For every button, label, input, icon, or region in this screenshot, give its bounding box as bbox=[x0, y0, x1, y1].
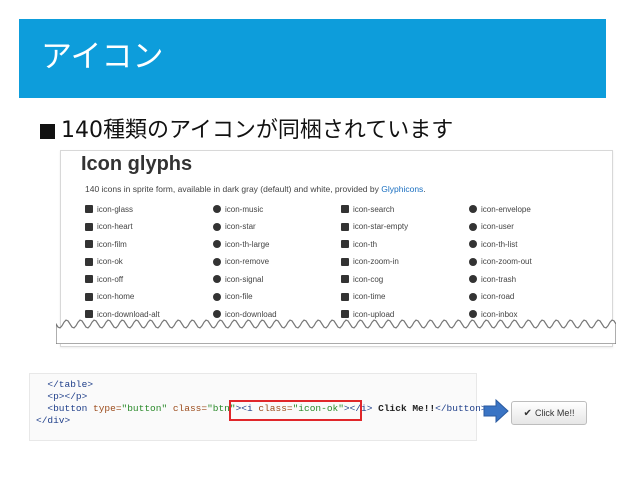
icon-list-item: icon-search bbox=[341, 203, 394, 215]
icon-name-label: icon-time bbox=[353, 292, 386, 301]
icon-list-item: icon-th bbox=[341, 238, 377, 250]
film-icon bbox=[85, 240, 93, 248]
heart-icon bbox=[85, 222, 93, 231]
click-me-button[interactable]: ✔ Click Me!! bbox=[511, 401, 587, 425]
icon-list-item: icon-user bbox=[469, 221, 514, 233]
icon-name-label: icon-zoom-out bbox=[481, 257, 532, 266]
icon-list-item: icon-off bbox=[85, 273, 123, 285]
icon-name-label: icon-trash bbox=[481, 274, 517, 284]
icon-name-label: icon-search bbox=[353, 204, 395, 214]
icon-name-label: icon-music bbox=[225, 204, 264, 214]
bullet-point: 140種類のアイコンが同梱されています bbox=[40, 117, 453, 145]
code-line-1: </table> bbox=[47, 379, 94, 390]
glyphicons-link[interactable]: Glyphicons bbox=[381, 184, 423, 194]
icon-list-item: icon-star bbox=[213, 221, 256, 233]
icon-list-item: icon-time bbox=[341, 291, 385, 303]
icon-name-label: icon-th-large bbox=[225, 239, 270, 249]
search-icon bbox=[341, 205, 349, 213]
th-large-icon bbox=[213, 240, 221, 248]
icon-list-item: icon-signal bbox=[213, 273, 263, 285]
icon-name-label: icon-th bbox=[353, 239, 378, 249]
icon-list-item: icon-film bbox=[85, 238, 127, 250]
file-icon bbox=[213, 292, 221, 301]
remove-icon bbox=[213, 257, 221, 266]
slide-title: アイコン bbox=[41, 39, 164, 75]
icon-ok-highlight-box bbox=[229, 400, 362, 421]
icon-list-item: icon-envelope bbox=[469, 203, 531, 215]
icon-list-item: icon-zoom-in bbox=[341, 256, 399, 268]
icon-list-item: icon-ok bbox=[85, 256, 123, 268]
icon-name-label: icon-star-empty bbox=[353, 222, 409, 231]
desc-suffix: . bbox=[423, 184, 426, 194]
trash-icon bbox=[469, 275, 477, 283]
icon-list-item: icon-zoom-out bbox=[469, 256, 532, 268]
signal-icon bbox=[213, 275, 221, 283]
icon-name-label: icon-remove bbox=[225, 257, 270, 266]
check-icon: ✔ bbox=[523, 407, 532, 419]
icon-list-item: icon-heart bbox=[85, 221, 133, 233]
icon-name-label: icon-glass bbox=[97, 204, 134, 214]
bullet-square-icon bbox=[40, 123, 55, 139]
road-icon bbox=[469, 292, 477, 301]
desc-prefix: 140 icons in sprite form, available in d… bbox=[85, 184, 382, 194]
click-me-label: Click Me!! bbox=[534, 408, 575, 418]
time-icon bbox=[341, 292, 349, 301]
torn-edge-wave bbox=[56, 319, 616, 344]
icon-list-item: icon-trash bbox=[469, 273, 516, 285]
slide-title-bar: アイコン bbox=[19, 19, 606, 98]
icon-name-label: icon-zoom-in bbox=[353, 257, 399, 266]
icon-name-label: icon-star bbox=[225, 222, 256, 231]
icon-name-label: icon-ok bbox=[97, 257, 123, 266]
user-icon bbox=[469, 222, 477, 231]
icon-list-item: icon-star-empty bbox=[341, 221, 408, 233]
cog-icon bbox=[341, 275, 349, 283]
zoom-in-icon bbox=[341, 257, 349, 266]
icon-list-item: icon-glass bbox=[85, 203, 133, 215]
glass-icon bbox=[85, 205, 93, 213]
panel-heading: Icon glyphs bbox=[81, 153, 193, 175]
icon-name-label: icon-file bbox=[225, 292, 253, 301]
icon-name-label: icon-film bbox=[97, 239, 127, 249]
icon-list-item: icon-file bbox=[213, 291, 253, 303]
star-icon bbox=[213, 222, 221, 231]
icon-list-item: icon-th-large bbox=[213, 238, 269, 250]
icon-name-label: icon-envelope bbox=[481, 204, 531, 214]
icon-name-label: icon-user bbox=[481, 222, 514, 231]
th-icon bbox=[341, 240, 349, 248]
icon-list-item: icon-th-list bbox=[469, 238, 517, 250]
icon-name-label: icon-th-list bbox=[481, 239, 518, 249]
icon-name-label: icon-off bbox=[97, 274, 124, 284]
panel-description: 140 icons in sprite form, available in d… bbox=[85, 184, 426, 194]
icon-name-label: icon-road bbox=[481, 292, 515, 301]
star-empty-icon bbox=[341, 222, 349, 231]
code-line-4: </div> bbox=[36, 415, 71, 426]
code-line-2: <p></p> bbox=[47, 391, 88, 402]
home-icon bbox=[85, 292, 93, 301]
th-list-icon bbox=[469, 240, 477, 248]
bullet-text: 140種類のアイコンが同梱されています bbox=[61, 118, 454, 143]
right-arrow-icon bbox=[483, 398, 509, 424]
icon-list-item: icon-road bbox=[469, 291, 514, 303]
icon-list-item: icon-cog bbox=[341, 273, 383, 285]
code-snippet: </table> <p></p> <button type="button" c… bbox=[29, 373, 486, 441]
envelope-icon bbox=[469, 205, 477, 213]
off-icon bbox=[85, 275, 93, 283]
icon-name-label: icon-signal bbox=[225, 274, 264, 284]
icon-list-item: icon-remove bbox=[213, 256, 269, 268]
icon-name-label: icon-home bbox=[97, 292, 135, 301]
icon-list-item: icon-music bbox=[213, 203, 263, 215]
ok-icon bbox=[85, 257, 93, 266]
icon-name-label: icon-cog bbox=[353, 274, 384, 284]
music-icon bbox=[213, 205, 221, 213]
icon-list-item: icon-home bbox=[85, 291, 134, 303]
zoom-out-icon bbox=[469, 257, 477, 266]
icon-name-label: icon-heart bbox=[97, 222, 133, 231]
